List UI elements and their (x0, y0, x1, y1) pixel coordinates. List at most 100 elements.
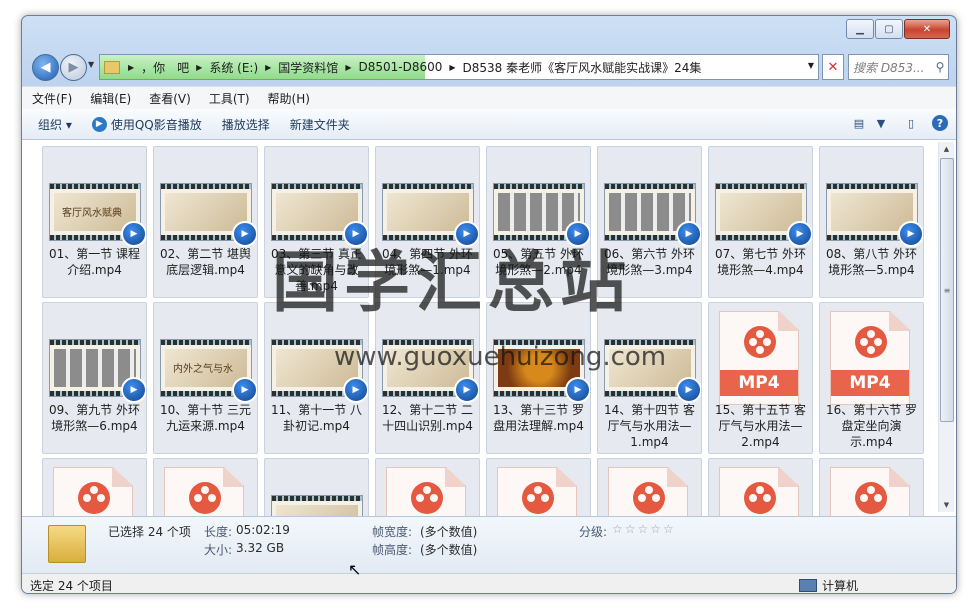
file-item-partial[interactable] (153, 458, 258, 516)
search-input[interactable]: 搜索 D853... (849, 59, 932, 76)
file-item-partial[interactable] (597, 458, 702, 516)
stop-button[interactable]: ✕ (822, 54, 844, 80)
qq-player-badge-icon: ▶ (676, 377, 701, 403)
qq-player-badge-icon: ▶ (343, 221, 368, 247)
scroll-thumb[interactable]: ≡ (940, 158, 954, 422)
qq-player-badge-icon: ▶ (676, 221, 701, 247)
qq-play-button[interactable]: ▶ 使用QQ影音播放 (82, 116, 212, 133)
file-item[interactable]: ▶ 11、第十一节 八卦初记.mp4 (264, 302, 369, 454)
file-item-partial[interactable] (486, 458, 591, 516)
file-name: 04、第四节 外环境形煞—1.mp4 (381, 247, 474, 277)
file-item[interactable]: ▶ 14、第十四节 客厅气与水用法—1.mp4 (597, 302, 702, 454)
search-box[interactable]: 搜索 D853... ⚲ (848, 54, 949, 80)
address-dropdown-icon[interactable]: ▼ (808, 61, 814, 70)
forward-button[interactable]: ▶ (60, 54, 87, 81)
rating-stars[interactable]: ☆☆☆☆☆ (612, 522, 676, 536)
mp4-file-icon (830, 467, 910, 516)
mp4-file-icon (497, 467, 577, 516)
vertical-scrollbar[interactable]: ▲ ≡ ▼ (938, 142, 954, 512)
menu-edit[interactable]: 编辑(E) (82, 90, 139, 107)
breadcrumb-separator-icon[interactable]: ▶ (194, 63, 204, 72)
organize-button[interactable]: 组织 ▾ (28, 116, 82, 133)
file-item-partial[interactable] (42, 458, 147, 516)
thumbnail-caption: 内外之气与水 (173, 364, 233, 375)
selected-count: 已选择 24 个项 (108, 525, 191, 539)
address-bar[interactable]: ▶ ，你 吧 ▶ 系统 (E:) ▶ 国学资料馆 ▶ D8501-D8600 ▶… (99, 54, 819, 80)
file-item[interactable]: ▶ 02、第二节 堪舆底层逻辑.mp4 (153, 146, 258, 298)
size-label: 大小: (204, 543, 233, 557)
close-button[interactable]: ✕ (904, 19, 950, 39)
file-item[interactable]: MP4 16、第十六节 罗盘定坐向演示.mp4 (819, 302, 924, 454)
file-name: 13、第十三节 罗盘用法理解.mp4 (492, 403, 585, 433)
file-item[interactable]: 内外之气与水 ▶ 10、第十节 三元九运来源.mp4 (153, 302, 258, 454)
breadcrumb-separator-icon[interactable]: ▶ (447, 63, 457, 72)
file-name: 16、第十六节 罗盘定坐向演示.mp4 (825, 403, 918, 449)
breadcrumb-separator-icon[interactable]: ▶ (263, 63, 273, 72)
file-item[interactable]: ▶ 08、第八节 外环境形煞—5.mp4 (819, 146, 924, 298)
mp4-file-icon (386, 467, 466, 516)
qq-player-badge-icon: ▶ (343, 377, 368, 403)
frame-width-value: (多个数值) (420, 525, 478, 539)
help-icon[interactable]: ? (932, 115, 948, 131)
qq-player-badge-icon: ▶ (121, 221, 146, 247)
search-icon[interactable]: ⚲ (932, 60, 948, 74)
scroll-up-icon[interactable]: ▲ (939, 142, 954, 156)
explorer-window: ▁ ▢ ✕ ◀ ▶ ▼ ▶ ，你 吧 ▶ 系统 (E:) ▶ 国学资料馆 ▶ D… (21, 15, 957, 594)
file-item[interactable]: ▶ 13、第十三节 罗盘用法理解.mp4 (486, 302, 591, 454)
file-item[interactable]: ▶ 06、第六节 外环境形煞—3.mp4 (597, 146, 702, 298)
breadcrumb-item[interactable]: D8501-D8600 (353, 60, 447, 74)
file-item[interactable]: ▶ 09、第九节 外环境形煞—6.mp4 (42, 302, 147, 454)
preview-pane-icon[interactable]: ▯ (902, 115, 920, 131)
back-button[interactable]: ◀ (32, 54, 59, 81)
file-item[interactable]: ▶ 05、第五节 外环境形煞—2.mp4 (486, 146, 591, 298)
breadcrumb-item[interactable]: D8538 秦老师《客厅风水赋能实战课》24集 (458, 59, 707, 76)
play-selected-button[interactable]: 播放选择 (212, 116, 280, 133)
file-item-partial[interactable] (819, 458, 924, 516)
status-location-label: 计算机 (821, 579, 858, 593)
breadcrumb-item[interactable]: ，你 吧 (136, 59, 194, 76)
maximize-button[interactable]: ▢ (875, 19, 903, 39)
file-item-partial[interactable] (708, 458, 813, 516)
file-item-partial[interactable] (375, 458, 480, 516)
file-item[interactable]: MP4 15、第十五节 客厅气与水用法—2.mp4 (708, 302, 813, 454)
status-bar: 选定 24 个项目 计算机 (22, 573, 956, 593)
file-item[interactable]: ▶ 12、第十二节 二十四山识别.mp4 (375, 302, 480, 454)
breadcrumb-separator-icon[interactable]: ▶ (343, 63, 353, 72)
length-value: 05:02:19 (236, 523, 290, 537)
recent-pages-dropdown-icon[interactable]: ▼ (88, 60, 94, 69)
menu-help[interactable]: 帮助(H) (260, 90, 318, 107)
breadcrumb-separator-icon[interactable]: ▶ (126, 63, 136, 72)
command-bar: 组织 ▾ ▶ 使用QQ影音播放 播放选择 新建文件夹 ▤ ▼ ▯ ? (22, 109, 956, 140)
minimize-button[interactable]: ▁ (846, 19, 874, 39)
qq-player-badge-icon: ▶ (898, 221, 923, 247)
details-pane: 已选择 24 个项 长度: 05:02:19 大小: 3.32 GB 帧宽度: … (22, 516, 956, 573)
file-item[interactable]: ▶ 07、第七节 外环境形煞—4.mp4 (708, 146, 813, 298)
mp4-file-icon (53, 467, 133, 516)
menu-tools[interactable]: 工具(T) (201, 90, 258, 107)
file-item[interactable]: ▶ 04、第四节 外环境形煞—1.mp4 (375, 146, 480, 298)
file-item[interactable]: ▶ 03、第三节 真正意义的缺角与改善.mp4 (264, 146, 369, 298)
mp4-file-icon: MP4 (830, 311, 910, 405)
file-name: 06、第六节 外环境形煞—3.mp4 (603, 247, 696, 277)
scroll-down-icon[interactable]: ▼ (939, 498, 954, 512)
change-view-icon[interactable]: ▤ (850, 115, 868, 131)
file-name: 07、第七节 外环境形煞—4.mp4 (714, 247, 807, 277)
breadcrumb-item[interactable]: 系统 (E:) (204, 59, 263, 76)
qq-player-badge-icon: ▶ (565, 221, 590, 247)
thumbnail-caption: 客厅风水赋典 (62, 208, 122, 219)
new-folder-button[interactable]: 新建文件夹 (280, 116, 360, 133)
qq-player-badge-icon: ▶ (787, 221, 812, 247)
file-item-partial[interactable] (264, 458, 369, 516)
file-list[interactable]: 客厅风水赋典 ▶ 01、第一节 课程介绍.mp4 ▶ 02、第二节 堪舆底层逻辑.mp4… (22, 140, 956, 516)
view-dropdown-icon[interactable]: ▼ (872, 115, 890, 131)
frame-width-label: 帧宽度: (372, 525, 413, 539)
qq-player-icon: ▶ (91, 116, 107, 132)
menu-file[interactable]: 文件(F) (24, 90, 80, 107)
menu-bar: 文件(F) 编辑(E) 查看(V) 工具(T) 帮助(H) (22, 86, 956, 110)
folder-icon (104, 60, 120, 74)
menu-view[interactable]: 查看(V) (141, 90, 199, 107)
file-item[interactable]: 客厅风水赋典 ▶ 01、第一节 课程介绍.mp4 (42, 146, 147, 298)
breadcrumb-item[interactable]: 国学资料馆 (273, 59, 343, 76)
size-value: 3.32 GB (236, 541, 285, 555)
qq-player-badge-icon: ▶ (454, 377, 479, 403)
